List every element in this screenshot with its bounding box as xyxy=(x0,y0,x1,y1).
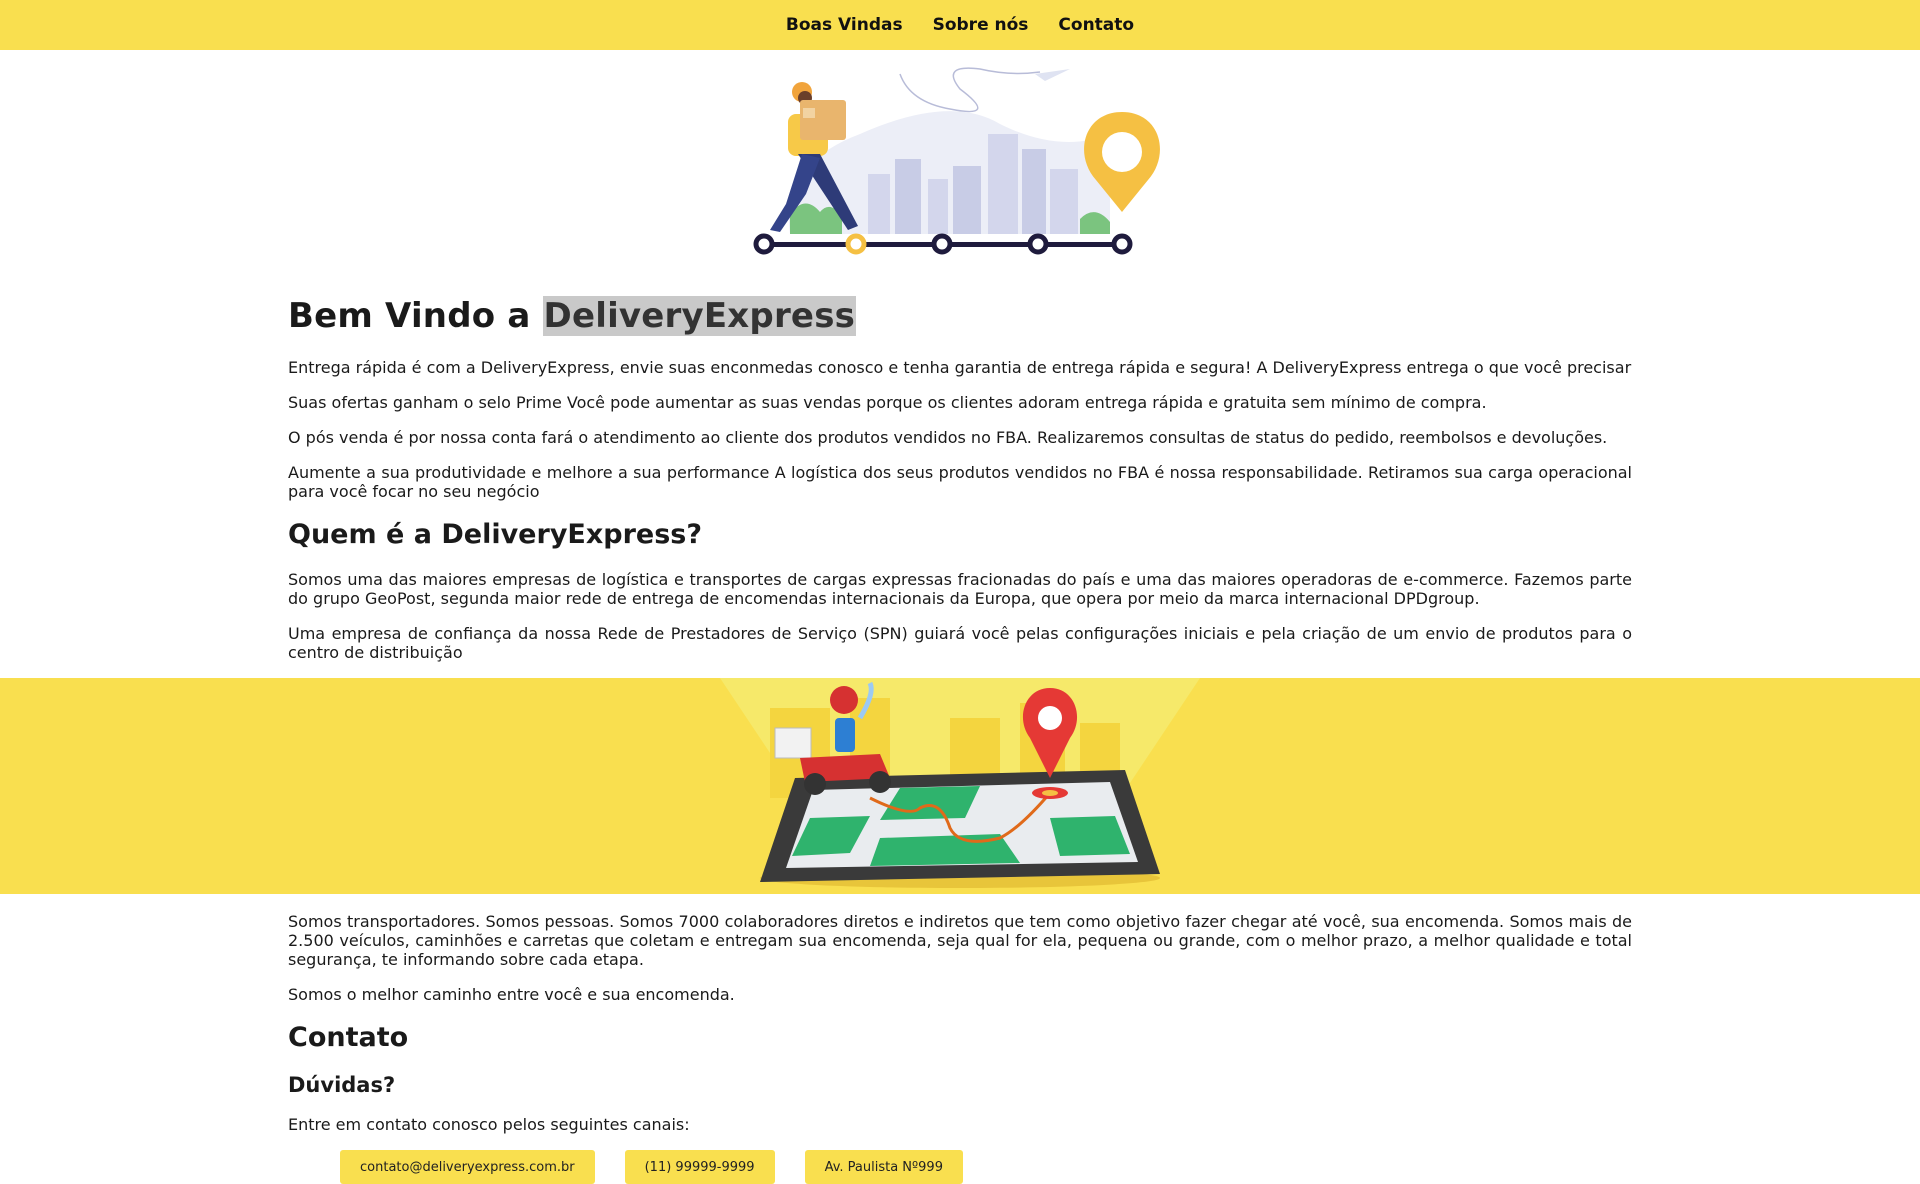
phone-channel-button[interactable]: (11) 99999-9999 xyxy=(624,1150,775,1184)
welcome-paragraph: Entrega rápida é com a DeliveryExpress, … xyxy=(288,358,1632,377)
address-channel-button[interactable]: Av. Paulista Nº999 xyxy=(804,1150,963,1184)
contact-intro: Entre em contato conosco pelos seguintes… xyxy=(288,1115,690,1134)
nav-link-sobre-nos[interactable]: Sobre nós xyxy=(933,15,1029,35)
about-paragraph: Uma empresa de confiança da nossa Rede d… xyxy=(288,624,1632,662)
transport-section: Somos transportadores. Somos pessoas. So… xyxy=(288,912,1632,1184)
welcome-paragraph: O pós venda é por nossa conta fará o ate… xyxy=(288,428,1608,447)
nav-link-boas-vindas[interactable]: Boas Vindas xyxy=(786,15,903,35)
page-title: Bem Vindo a DeliveryExpress xyxy=(288,296,1632,336)
welcome-section: Bem Vindo a DeliveryExpress Entrega rápi… xyxy=(288,296,1632,662)
contact-channels: contato@deliveryexpress.com.br (11) 9999… xyxy=(340,1150,1632,1184)
contact-subtitle: Dúvidas? xyxy=(288,1073,396,1097)
about-paragraph: Somos uma das maiores empresas de logíst… xyxy=(288,570,1632,608)
scooter-banner xyxy=(0,678,1920,894)
welcome-paragraph: Suas ofertas ganham o selo Prime Você po… xyxy=(288,393,1487,412)
contact-title: Contato xyxy=(288,1022,409,1053)
about-title: Quem é a DeliveryExpress? xyxy=(288,519,703,550)
top-navigation: Boas Vindas Sobre nós Contato xyxy=(0,0,1920,50)
transport-paragraph: Somos o melhor caminho entre você e sua … xyxy=(288,985,735,1004)
hero-illustration xyxy=(0,54,1920,276)
welcome-paragraph: Aumente a sua produtividade e melhore a … xyxy=(288,463,1632,501)
delivery-man-illustration xyxy=(753,67,1160,255)
transport-paragraph: Somos transportadores. Somos pessoas. So… xyxy=(288,912,1632,969)
page-title-prefix: Bem Vindo a xyxy=(288,296,543,336)
email-channel-button[interactable]: contato@deliveryexpress.com.br xyxy=(340,1150,595,1184)
page-title-brand: DeliveryExpress xyxy=(542,296,857,336)
nav-link-contato[interactable]: Contato xyxy=(1058,15,1134,35)
scooter-map-illustration xyxy=(720,678,1200,888)
